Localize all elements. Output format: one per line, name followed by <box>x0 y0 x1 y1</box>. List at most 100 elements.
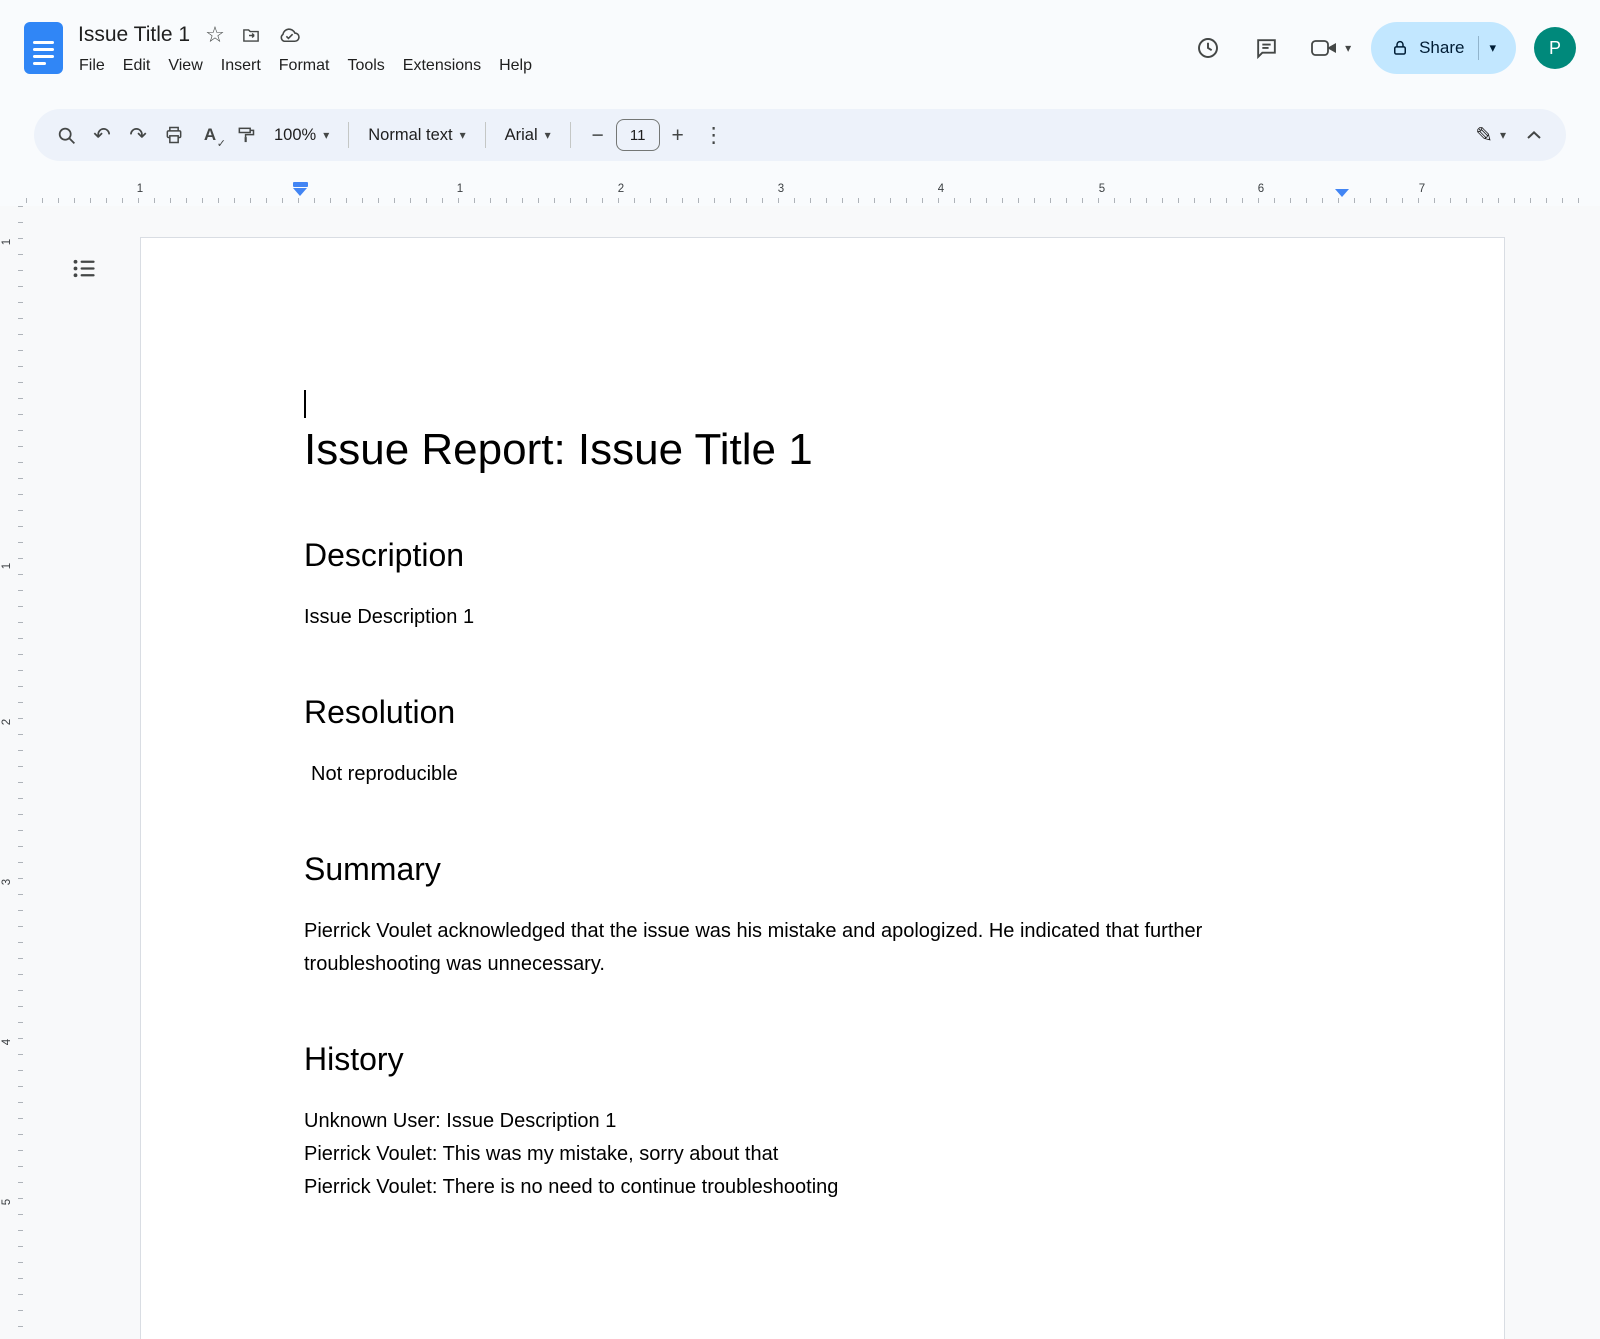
section-body[interactable]: Not reproducible <box>304 758 1344 791</box>
right-indent-marker[interactable] <box>1335 188 1349 197</box>
font-size-input[interactable]: 11 <box>616 119 660 151</box>
document-outline-button[interactable] <box>64 248 104 288</box>
ruler-number: 2 <box>1 719 13 725</box>
google-docs-app: Issue Title 1 ☆ File Edit View <box>0 0 1600 1339</box>
zoom-value: 100% <box>274 126 316 145</box>
editing-mode-button[interactable]: ✎ ▾ <box>1465 117 1516 153</box>
chevron-down-icon: ▾ <box>323 129 329 141</box>
ruler-number: 5 <box>1099 183 1105 195</box>
toolbar-divider <box>485 122 486 148</box>
ruler-number: 3 <box>778 183 784 195</box>
section-body[interactable]: Pierrick Voulet acknowledged that the is… <box>304 915 1344 981</box>
comment-icon <box>1254 36 1279 61</box>
print-button[interactable] <box>156 117 192 153</box>
more-options-button[interactable]: ⋮ <box>696 117 732 153</box>
document-heading-title[interactable]: Issue Report: Issue Title 1 <box>304 422 1344 477</box>
section-heading-history[interactable]: History <box>304 1039 1344 1079</box>
vertical-ruler[interactable]: 1 1 2 3 4 5 <box>0 206 26 1339</box>
left-indent-marker[interactable] <box>293 182 308 196</box>
toolbar: ↶ ↷ A ✓ 100% <box>34 109 1566 161</box>
share-label: Share <box>1419 38 1464 58</box>
decrease-font-size-button[interactable]: − <box>580 117 616 153</box>
history-line[interactable]: Unknown User: Issue Description 1 <box>304 1105 1344 1138</box>
comments-button[interactable] <box>1242 24 1290 72</box>
header: Issue Title 1 ☆ File Edit View <box>0 0 1600 96</box>
printer-icon <box>164 125 184 145</box>
history-line[interactable]: Pierrick Voulet: This was my mistake, so… <box>304 1138 1344 1171</box>
toolbar-row: ↶ ↷ A ✓ 100% <box>0 96 1600 174</box>
history-line[interactable]: Pierrick Voulet: There is no need to con… <box>304 1171 1344 1204</box>
chevron-up-icon <box>1527 131 1541 139</box>
header-actions: ▾ Share ▾ P <box>1184 22 1590 74</box>
ruler-ticks <box>26 198 1580 203</box>
redo-button[interactable]: ↷ <box>120 117 156 153</box>
header-main: Issue Title 1 ☆ File Edit View <box>78 18 541 78</box>
font-family-select[interactable]: Arial ▾ <box>495 117 561 153</box>
section-heading-description[interactable]: Description <box>304 535 1344 575</box>
ruler-number: 1 <box>1 563 13 569</box>
undo-icon: ↶ <box>93 125 111 146</box>
avatar[interactable]: P <box>1534 27 1576 69</box>
menu-format[interactable]: Format <box>270 54 339 78</box>
section-heading-resolution[interactable]: Resolution <box>304 692 1344 732</box>
ruler-number: 7 <box>1419 183 1425 195</box>
paragraph-style-select[interactable]: Normal text ▾ <box>358 117 475 153</box>
menu-tools[interactable]: Tools <box>338 54 393 78</box>
toolbar-divider <box>348 122 349 148</box>
chevron-down-icon: ▾ <box>460 129 466 141</box>
menu-help[interactable]: Help <box>490 54 541 78</box>
spellcheck-button[interactable]: A ✓ <box>192 117 228 153</box>
pen-icon: ✎ <box>1475 125 1493 146</box>
section-body[interactable]: Issue Description 1 <box>304 601 1344 634</box>
redo-icon: ↷ <box>129 125 147 146</box>
video-camera-icon <box>1310 37 1338 59</box>
paint-format-button[interactable] <box>228 117 264 153</box>
font-family-value: Arial <box>505 126 538 145</box>
star-icon[interactable]: ☆ <box>205 24 225 46</box>
search-icon <box>56 125 77 146</box>
ruler-number: 6 <box>1258 183 1264 195</box>
minus-icon: − <box>592 125 604 146</box>
chevron-down-icon: ▾ <box>1345 42 1351 54</box>
meet-button[interactable]: ▾ <box>1300 24 1361 72</box>
menu-edit[interactable]: Edit <box>114 54 160 78</box>
chevron-down-icon: ▾ <box>545 129 551 141</box>
version-history-button[interactable] <box>1184 24 1232 72</box>
menu-view[interactable]: View <box>159 54 211 78</box>
undo-button[interactable]: ↶ <box>84 117 120 153</box>
move-folder-icon[interactable] <box>240 26 262 45</box>
cloud-saved-icon[interactable] <box>277 26 302 44</box>
share-dropdown-button[interactable]: ▾ <box>1479 40 1506 56</box>
ruler-number: 1 <box>1 239 13 245</box>
horizontal-ruler[interactable]: 1 1 2 3 4 5 6 7 <box>0 174 1600 206</box>
more-vertical-icon: ⋮ <box>703 125 724 146</box>
document-page[interactable]: Issue Report: Issue Title 1 Description … <box>140 237 1505 1339</box>
spellcheck-icon: A <box>204 125 216 145</box>
lock-icon <box>1391 39 1409 57</box>
menu-bar: File Edit View Insert Format Tools Exten… <box>70 54 541 78</box>
menu-insert[interactable]: Insert <box>212 54 270 78</box>
zoom-select[interactable]: 100% ▾ <box>264 117 339 153</box>
document-title[interactable]: Issue Title 1 <box>78 23 190 47</box>
ruler-number: 4 <box>938 183 944 195</box>
collapse-toolbar-button[interactable] <box>1516 117 1552 153</box>
share-button[interactable]: Share ▾ <box>1371 22 1516 74</box>
menu-file[interactable]: File <box>70 54 114 78</box>
increase-font-size-button[interactable]: + <box>660 117 696 153</box>
history-clock-icon <box>1195 35 1221 61</box>
ruler-number: 4 <box>1 1039 13 1045</box>
document-canvas: 1 1 2 3 4 5 Issue Report: Issue Title 1 … <box>0 206 1600 1339</box>
menu-extensions[interactable]: Extensions <box>394 54 490 78</box>
outline-list-icon <box>71 255 98 282</box>
plus-icon: + <box>672 125 684 146</box>
text-cursor <box>304 390 306 418</box>
docs-logo[interactable] <box>24 22 63 74</box>
title-row: Issue Title 1 ☆ <box>78 18 541 52</box>
ruler-number: 2 <box>618 183 624 195</box>
ruler-number: 5 <box>1 1199 13 1205</box>
ruler-number: 3 <box>1 879 13 885</box>
ruler-number: 1 <box>457 183 463 195</box>
ruler-number: 1 <box>137 183 143 195</box>
section-heading-summary[interactable]: Summary <box>304 849 1344 889</box>
search-menus-button[interactable] <box>48 117 84 153</box>
